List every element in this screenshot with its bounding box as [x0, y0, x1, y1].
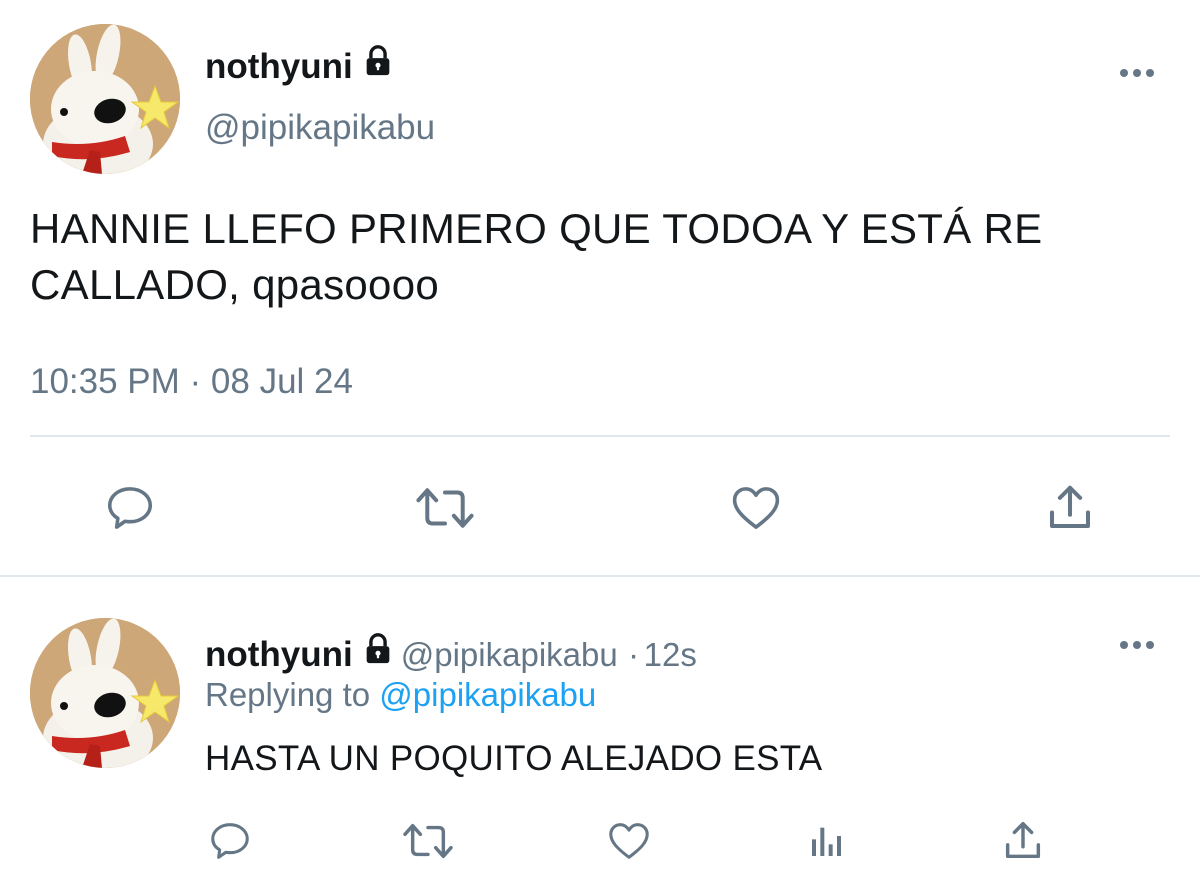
display-name-text: nothyuni: [205, 47, 353, 86]
lock-icon: [366, 45, 390, 76]
analytics-button[interactable]: [804, 818, 850, 864]
lock-icon: [366, 633, 390, 664]
reply-icon: [107, 486, 153, 529]
tweet-timestamp[interactable]: 10:35 PM · 08 Jul 24: [30, 364, 353, 399]
time-ago[interactable]: 12s: [644, 636, 697, 673]
replying-to: Replying to @pipikapikabu: [205, 678, 596, 711]
replying-to-mention[interactable]: @pipikapikabu: [379, 676, 596, 713]
user-handle[interactable]: @pipikapikabu: [205, 110, 435, 145]
tweet-text: HANNIE LLEFO PRIMERO QUE TODOA Y ESTÁ RE…: [30, 205, 1043, 308]
retweet-button[interactable]: [412, 480, 478, 535]
display-name-text[interactable]: nothyuni: [205, 635, 353, 674]
like-button[interactable]: [726, 480, 786, 535]
more-icon[interactable]: [1118, 63, 1158, 83]
reply-header: nothyuni @pipikapikabu · 12s: [205, 632, 697, 672]
reply-button[interactable]: [100, 480, 160, 535]
share-icon: [1049, 485, 1091, 528]
reply-icon: [211, 823, 249, 859]
user-handle[interactable]: @pipikapikabu: [401, 636, 618, 673]
reply-button[interactable]: [205, 818, 255, 864]
divider: [30, 435, 1170, 437]
heart-icon: [609, 823, 649, 859]
dot-separator: ·: [628, 636, 640, 673]
analytics-icon: [812, 827, 841, 856]
avatar[interactable]: [30, 618, 180, 768]
retweet-icon: [403, 823, 453, 859]
share-button[interactable]: [1040, 480, 1100, 535]
display-name[interactable]: nothyuni: [205, 44, 395, 84]
replying-prefix: Replying to: [205, 676, 371, 713]
retweet-icon: [416, 487, 474, 528]
reply-text: HASTA UN POQUITO ALEJADO ESTA: [205, 739, 823, 778]
share-button[interactable]: [998, 818, 1048, 864]
retweet-button[interactable]: [400, 818, 456, 864]
share-icon: [1005, 822, 1041, 859]
avatar[interactable]: [30, 24, 180, 174]
section-divider: [0, 575, 1200, 577]
heart-icon: [732, 486, 780, 529]
like-button[interactable]: [604, 818, 654, 864]
more-icon[interactable]: [1118, 635, 1158, 655]
